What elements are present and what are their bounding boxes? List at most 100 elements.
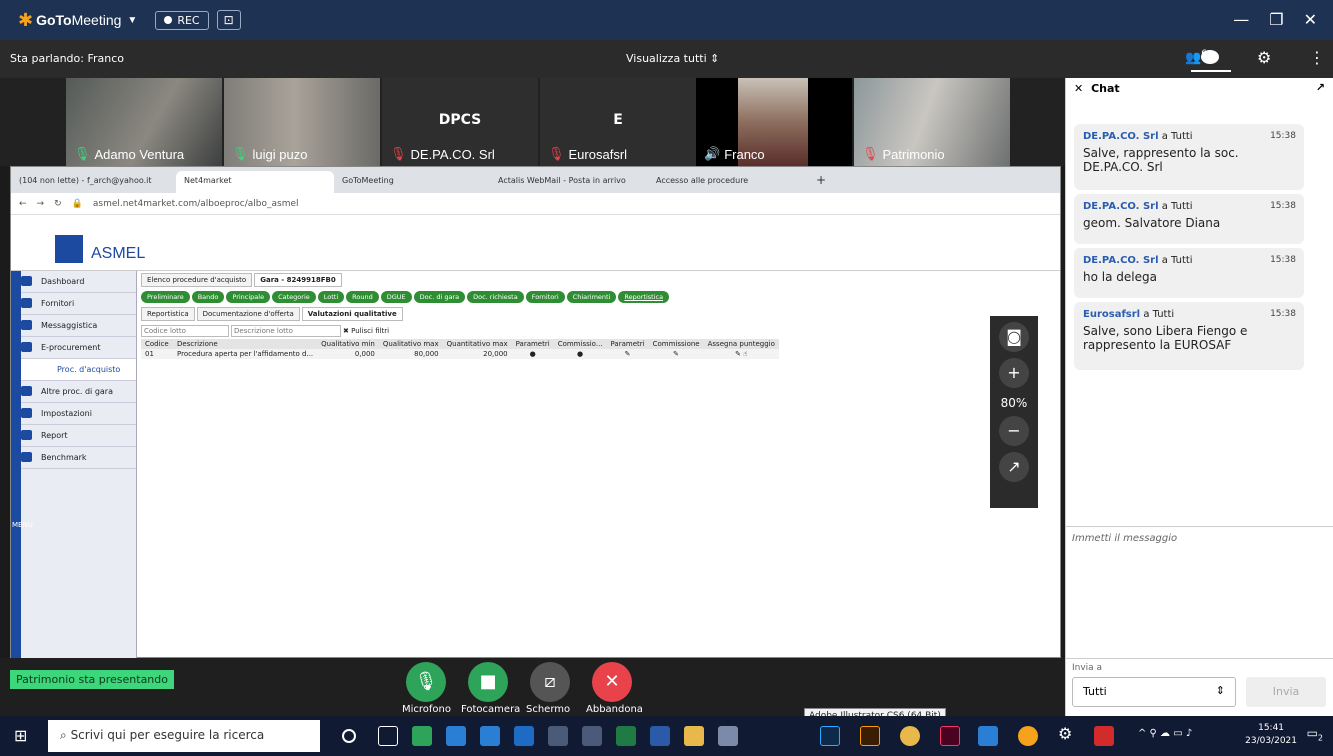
acrobat-icon[interactable]	[1094, 726, 1114, 746]
table-row[interactable]: 01 Procedura aperta per l'affidamento d.…	[141, 349, 779, 359]
forward-icon[interactable]: →	[37, 199, 45, 209]
back-icon[interactable]: ←	[19, 199, 27, 209]
recipient-select[interactable]: Tutti ⇕	[1072, 677, 1236, 707]
cortana-icon[interactable]	[342, 729, 356, 743]
pencil-icon[interactable]: ✎	[607, 349, 649, 359]
rec-button[interactable]: REC	[155, 10, 209, 30]
step-pill[interactable]: Round	[346, 291, 379, 303]
reload-icon[interactable]: ↻	[54, 199, 62, 209]
pencil-icon[interactable]: ✎	[649, 349, 704, 359]
chat-input[interactable]: Immetti il messaggio	[1066, 526, 1333, 650]
zoom-out-button[interactable]: −	[999, 416, 1029, 446]
excel-icon[interactable]	[616, 726, 636, 746]
step-pill[interactable]: Fornitori	[525, 291, 565, 303]
browser-tab[interactable]: Actalis WebMail - Posta in arrivo	[490, 171, 648, 193]
participant-tile[interactable]: E 🎙 Eurosafsrl	[540, 78, 696, 166]
step-pill[interactable]: Categorie	[272, 291, 316, 303]
chrome-icon[interactable]	[900, 726, 920, 746]
step-pill[interactable]: Preliminare	[141, 291, 190, 303]
menu-strip[interactable]: MENU	[11, 271, 33, 658]
gotomeeting-app-icon[interactable]	[412, 726, 432, 746]
popout-button[interactable]: ↗	[999, 452, 1029, 482]
sidebar-item-messaggistica[interactable]: Messaggistica	[11, 315, 136, 337]
sidebar-item-impostazioni[interactable]: Impostazioni	[11, 403, 136, 425]
edge-icon[interactable]	[446, 726, 466, 746]
participant-tile[interactable]: DPCS 🎙 DE.PA.CO. Srl	[382, 78, 538, 166]
taskbar-search[interactable]: ⌕ Scrivi qui per eseguire la ricerca	[48, 720, 320, 752]
participant-tile[interactable]: 🎙 Patrimonio	[854, 78, 1010, 166]
step-pill[interactable]: Chiarimenti	[566, 291, 617, 303]
indesign-icon[interactable]	[940, 726, 960, 746]
check-icon[interactable]: ●	[512, 349, 554, 359]
browser-tab[interactable]: Net4market	[176, 171, 334, 193]
photoshop-icon[interactable]	[820, 726, 840, 746]
chat-toggle-button[interactable]	[1191, 70, 1231, 72]
illustrator-icon[interactable]	[860, 726, 880, 746]
step-pill[interactable]: DGUE	[380, 291, 412, 303]
close-chat-icon[interactable]: ✕	[1074, 82, 1083, 95]
step-pill[interactable]: Doc. richiesta	[467, 291, 524, 303]
gotomeeting-icon[interactable]	[1018, 726, 1038, 746]
taskbar-clock[interactable]: 15:41 23/03/2021	[1245, 722, 1297, 748]
participant-tile[interactable]: 🔊 Franco	[696, 78, 852, 166]
sidebar-item-proc-acquisto[interactable]: Proc. d'acquisto	[11, 359, 136, 381]
store-icon[interactable]	[582, 726, 602, 746]
more-menu-icon[interactable]: ⋮	[1309, 48, 1325, 67]
chrome-app-icon[interactable]	[480, 726, 500, 746]
calculator-icon[interactable]	[548, 726, 568, 746]
pencil-icon[interactable]: ✎ ☝	[704, 349, 779, 359]
tab-elenco-procedure[interactable]: Elenco procedure d'acquisto	[141, 273, 253, 287]
camera-button[interactable]: ■	[468, 662, 508, 702]
screen-share-button[interactable]: ⧄	[530, 662, 570, 702]
popout-icon[interactable]: ↗	[1316, 81, 1325, 94]
codice-lotto-input[interactable]: Codice lotto	[141, 325, 229, 337]
sidebar-item-altre-proc[interactable]: Altre proc. di gara	[11, 381, 136, 403]
word-icon[interactable]	[650, 726, 670, 746]
browser-tab[interactable]: (104 non lette) - f_arch@yahoo.it	[11, 171, 176, 193]
close-icon[interactable]: ✕	[1304, 10, 1317, 29]
url-field[interactable]: asmel.net4market.com/alboeproc/albo_asme…	[93, 199, 299, 209]
task-view-icon[interactable]	[378, 726, 398, 746]
app-logo[interactable]: ✱ GoTo Meeting ▼	[18, 10, 137, 31]
restore-icon[interactable]: ❐	[1269, 10, 1283, 29]
outlook-icon[interactable]	[514, 726, 534, 746]
app-icon[interactable]	[718, 726, 738, 746]
tab-reportistica[interactable]: Reportistica	[141, 307, 195, 321]
step-pill[interactable]: Doc. di gara	[413, 291, 466, 303]
sidebar-item-dashboard[interactable]: Dashboard	[11, 271, 136, 293]
zoom-in-button[interactable]: +	[999, 358, 1029, 388]
descrizione-lotto-input[interactable]: Descrizione lotto	[231, 325, 341, 337]
tab-documentazione[interactable]: Documentazione d'offerta	[196, 307, 300, 321]
sidebar-item-fornitori[interactable]: Fornitori	[11, 293, 136, 315]
notification-icon[interactable]: ▭2	[1307, 726, 1323, 742]
browser-tab[interactable]: Accesso alle procedure	[648, 171, 808, 193]
microphone-button[interactable]: 🎙	[406, 662, 446, 702]
browser-tab[interactable]: GoToMeeting	[334, 171, 490, 193]
lock-meeting-button[interactable]: ⊡	[216, 10, 241, 30]
sidebar-item-benchmark[interactable]: Benchmark	[11, 447, 136, 469]
send-button[interactable]: Invia	[1246, 677, 1326, 707]
participant-tile[interactable]: 🎙 Adamo Ventura	[66, 78, 222, 166]
sidebar-item-eprocurement[interactable]: E-procurement	[11, 337, 136, 359]
leave-button[interactable]: ✕	[592, 662, 632, 702]
step-pill[interactable]: Lotti	[317, 291, 345, 303]
view-all-dropdown[interactable]: Visualizza tutti ⇕	[626, 52, 719, 65]
participant-tile[interactable]: 🎙 luigi puzo	[224, 78, 380, 166]
step-pill[interactable]: Principale	[226, 291, 271, 303]
system-tray-icons[interactable]: ^ ⚲ ☁ ▭ ♪	[1138, 728, 1192, 739]
minimize-icon[interactable]: —	[1233, 10, 1249, 29]
mail-icon[interactable]	[978, 726, 998, 746]
chat-bubble-icon[interactable]	[1201, 50, 1219, 64]
screenshot-button[interactable]: ◙	[999, 322, 1029, 352]
sidebar-item-report[interactable]: Report	[11, 425, 136, 447]
clear-filters-button[interactable]: ✖ Pulisci filtri	[343, 327, 389, 335]
check-icon[interactable]: ●	[554, 349, 607, 359]
folder-icon[interactable]	[684, 726, 704, 746]
tab-valutazioni[interactable]: Valutazioni qualitative	[301, 307, 403, 321]
new-tab-button[interactable]: +	[808, 171, 834, 193]
windows-start-icon[interactable]: ⊞	[14, 726, 27, 745]
step-pill[interactable]: Bando	[191, 291, 225, 303]
step-pill[interactable]: Reportistica	[618, 291, 670, 303]
gear-icon[interactable]: ⚙	[1257, 48, 1271, 67]
settings-icon[interactable]: ⚙	[1058, 724, 1078, 744]
